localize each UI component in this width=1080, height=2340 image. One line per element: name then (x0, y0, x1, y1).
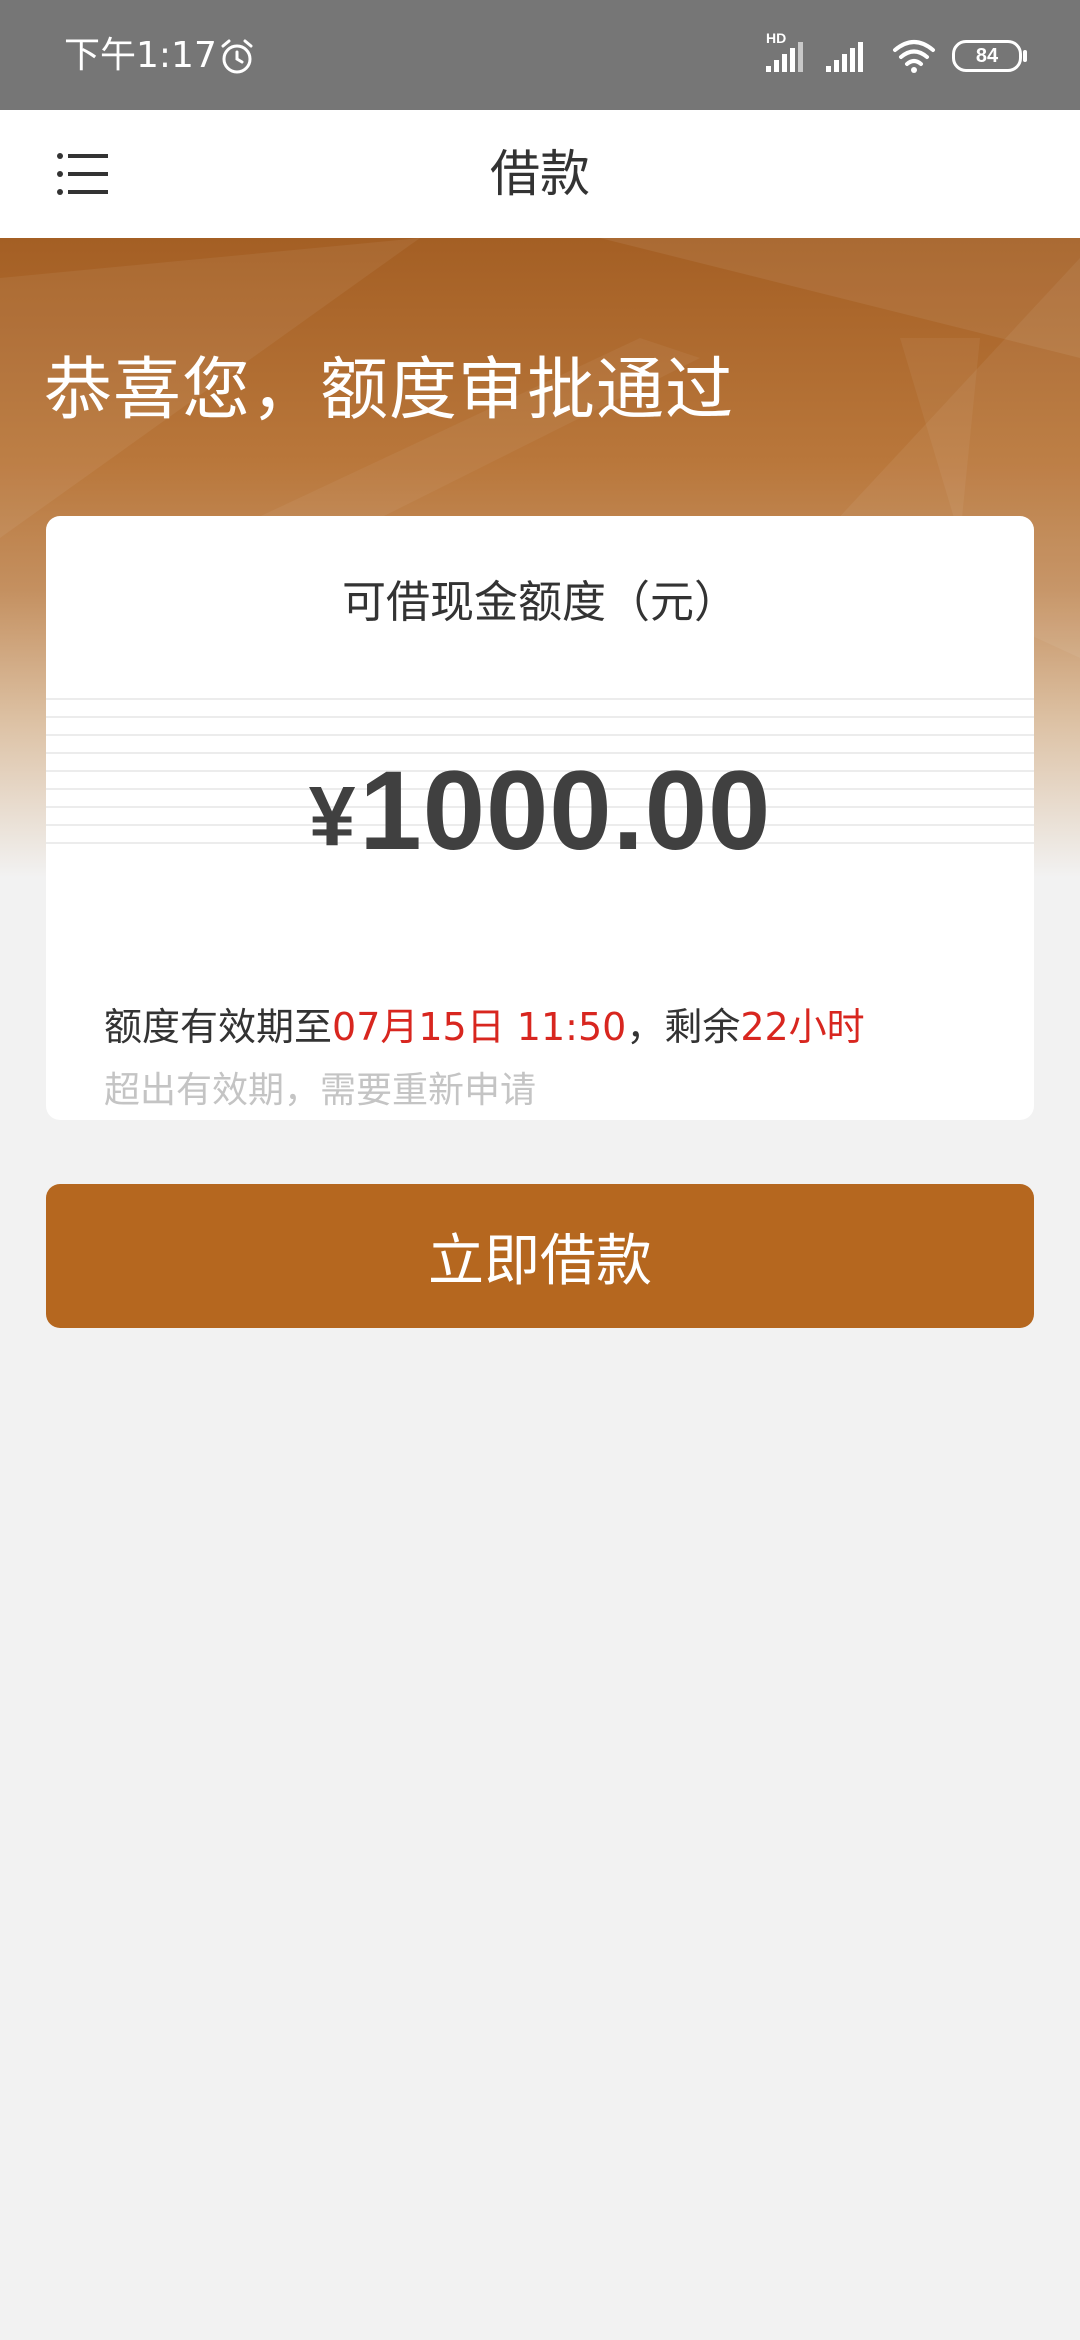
amount-value: 1000.00 (359, 748, 772, 873)
signal-hd-icon: HD (764, 30, 810, 74)
signal-icon (824, 38, 870, 74)
status-time: 下午1:17 (64, 35, 217, 76)
validity-text: 额度有效期至07月15日 11:50，剩余22小时 (104, 996, 865, 1051)
page-title: 借款 (490, 145, 590, 203)
app-header: 借款 (0, 110, 1080, 238)
credit-limit-label: 可借现金额度（元） (342, 577, 738, 628)
menu-icon[interactable] (56, 150, 110, 198)
remaining-time: 22小时 (740, 1005, 865, 1049)
wifi-icon (893, 40, 935, 73)
credit-limit-card: 可借现金额度（元） ¥1000.00 额度有效期至07月15日 11:50，剩余… (46, 516, 1034, 1120)
credit-amount: ¥1000.00 (46, 746, 1034, 875)
status-icons: HD 84 (764, 30, 1027, 76)
borrow-now-button[interactable]: 立即借款 (46, 1184, 1034, 1328)
validity-date: 07月15日 11:50 (332, 1005, 627, 1049)
alarm-icon (221, 39, 253, 74)
validity-middle: ，剩余 (626, 1005, 741, 1049)
battery-level: 84 (975, 45, 999, 67)
approval-title: 恭喜您，额度审批通过 (44, 351, 735, 430)
network-badge: HD (766, 30, 787, 46)
battery-icon: 84 (952, 40, 1027, 72)
expiry-hint: 超出有效期，需要重新申请 (104, 1070, 537, 1111)
validity-prefix: 额度有效期至 (104, 1005, 333, 1049)
currency-symbol: ¥ (308, 769, 356, 863)
status-bar: 下午1:17 HD 84 (0, 0, 1080, 110)
